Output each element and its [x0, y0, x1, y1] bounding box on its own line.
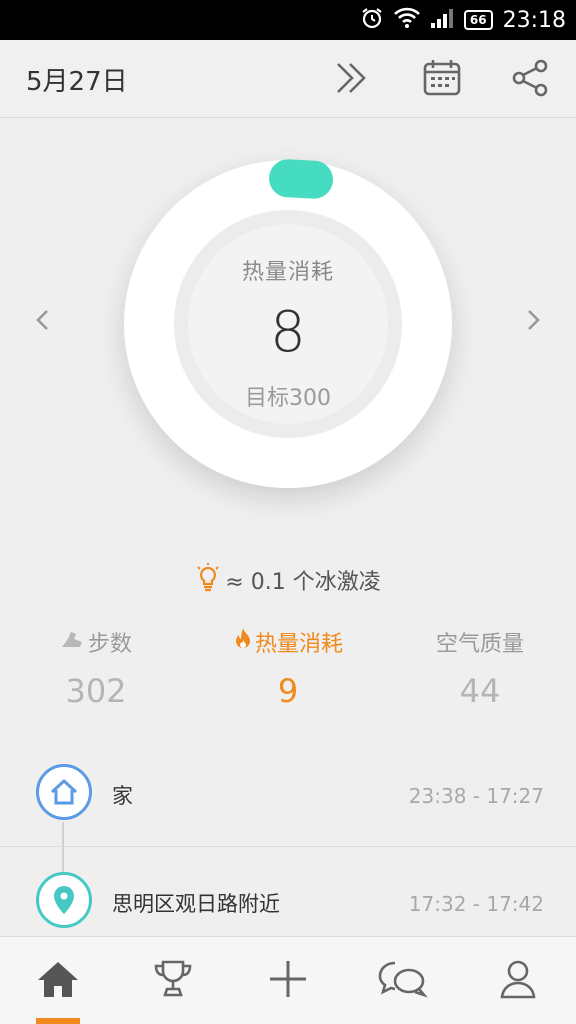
place-time-range: 17:32 - 17:42 [408, 892, 544, 916]
stat-air-quality-label: 空气质量 [435, 632, 524, 657]
place-name: 思明区观日路附近 [112, 892, 280, 916]
stat-air-quality-value: 44 [459, 672, 501, 710]
stat-calories[interactable]: 热量消耗 9 [192, 626, 384, 716]
fast-forward-icon[interactable] [330, 56, 374, 100]
ring-goal: 目标300 [245, 386, 331, 411]
home-icon [36, 764, 92, 820]
signal-icon [430, 7, 454, 33]
stat-steps-label: 步数 [87, 632, 132, 657]
status-icons: 66 23:18 [360, 0, 566, 40]
tab-trophy[interactable] [115, 937, 230, 1024]
stat-steps[interactable]: 步数 302 [0, 626, 192, 716]
next-arrow-icon[interactable] [516, 300, 552, 340]
calorie-ring[interactable]: 热量消耗 8 目标300 [124, 158, 452, 488]
battery-icon: 66 [463, 10, 493, 30]
calendar-icon[interactable] [420, 56, 464, 100]
stat-calories-value: 9 [277, 672, 299, 710]
date-label: 5月27日 [26, 67, 128, 97]
tab-home[interactable] [0, 937, 115, 1024]
status-bar: 66 23:18 [0, 0, 576, 40]
trophy-icon [151, 957, 195, 1005]
wifi-icon [393, 7, 420, 33]
stats-row: 步数 302 热量消耗 9 空气质量 44 [0, 626, 576, 716]
previous-arrow-icon[interactable] [24, 300, 60, 340]
home-icon [36, 959, 80, 1003]
bottom-tab-bar [0, 936, 576, 1024]
stat-steps-value: 302 [65, 672, 127, 710]
tab-add[interactable] [230, 937, 345, 1024]
alarm-icon [360, 6, 384, 34]
ring-title: 热量消耗 [241, 260, 334, 285]
plus-icon [266, 957, 310, 1005]
list-item[interactable]: 家 23:38 - 17:27 [0, 742, 576, 846]
ring-value: 8 [270, 300, 306, 365]
tip-text: ≈ 0.1 个冰激凌 [225, 570, 381, 595]
status-time: 23:18 [502, 7, 566, 33]
location-pin-icon [36, 872, 92, 928]
divider [0, 846, 576, 847]
tab-active-indicator [35, 1018, 80, 1024]
tab-chat[interactable] [346, 937, 461, 1024]
header: 5月27日 [0, 40, 576, 118]
place-name: 家 [112, 784, 133, 808]
lightbulb-icon [195, 562, 221, 598]
tab-profile[interactable] [461, 937, 576, 1024]
stat-calories-label: 热量消耗 [254, 632, 343, 657]
place-time-range: 23:38 - 17:27 [408, 784, 544, 808]
share-icon[interactable] [508, 56, 552, 100]
profile-icon [496, 957, 540, 1005]
shoe-icon [60, 629, 86, 655]
calorie-tip: ≈ 0.1 个冰激凌 [0, 562, 576, 598]
flame-icon [233, 627, 253, 657]
chat-icon [377, 957, 429, 1005]
ring-progress-indicator [268, 158, 334, 200]
stat-air-quality[interactable]: 空气质量 44 [384, 626, 576, 716]
